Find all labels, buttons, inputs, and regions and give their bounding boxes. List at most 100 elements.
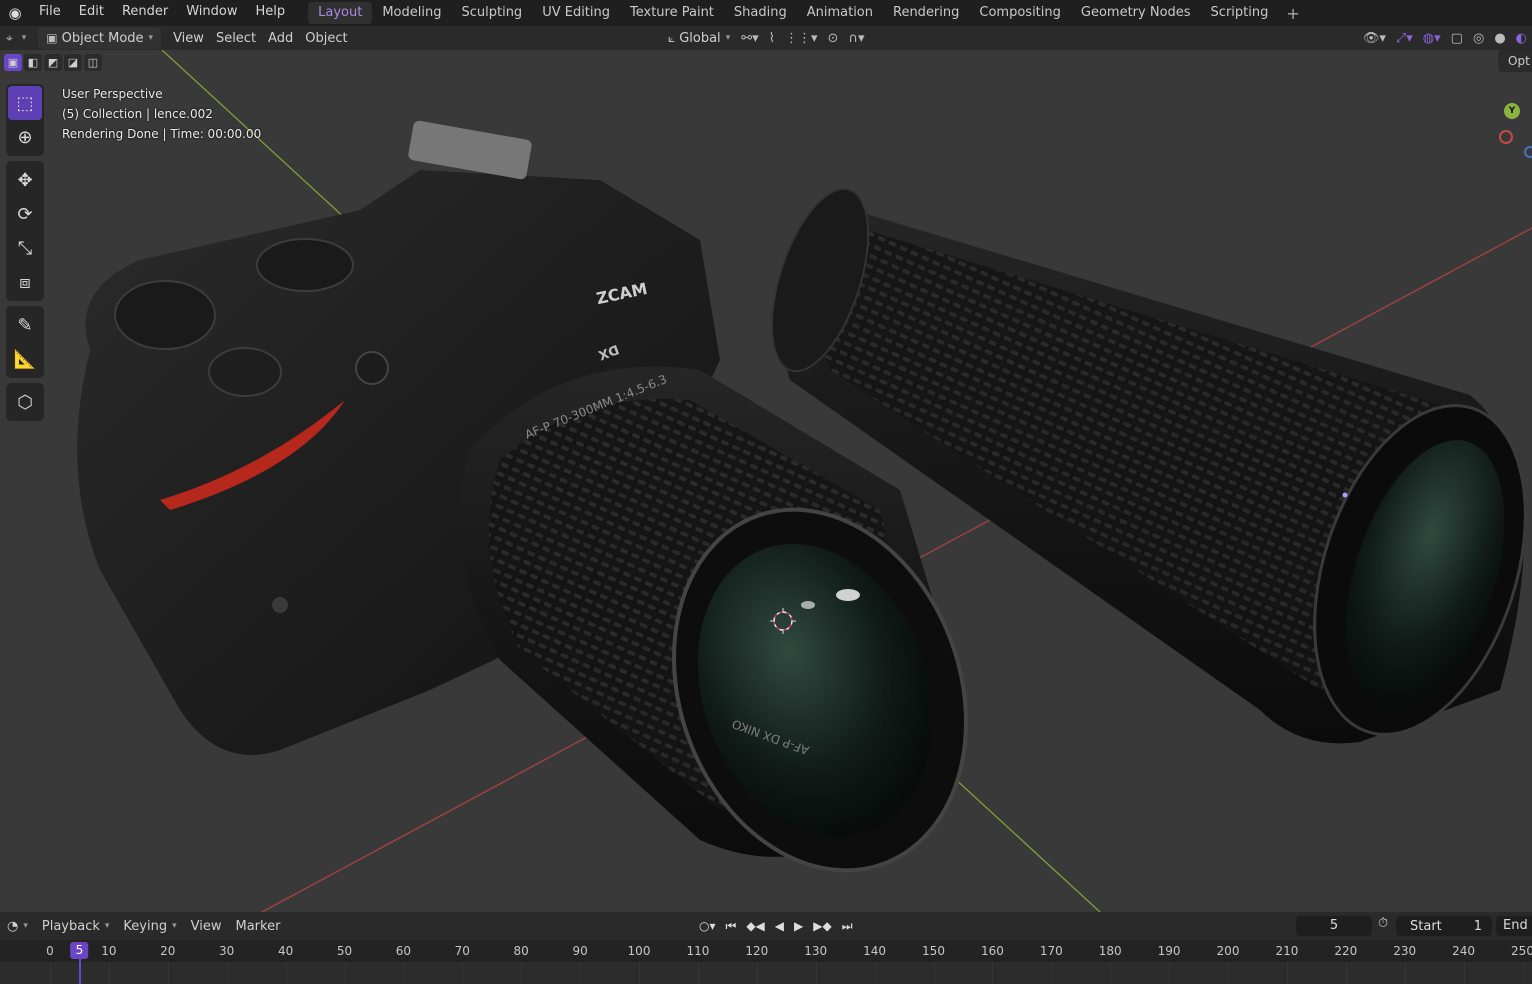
tab-geometry-nodes[interactable]: Geometry Nodes — [1071, 2, 1201, 24]
tab-scripting[interactable]: Scripting — [1201, 2, 1279, 24]
object-mode-dropdown[interactable]: ▣ Object Mode ▾ — [38, 27, 162, 49]
add-cube-tool-icon[interactable]: ⬡ — [8, 385, 42, 419]
ruler-tick-label: 120 — [745, 944, 769, 958]
editor-type-icon: ⌖ — [6, 30, 13, 45]
select-subtract-icon[interactable]: ◩ — [44, 54, 62, 71]
tab-compositing[interactable]: Compositing — [969, 2, 1071, 24]
options-tab[interactable]: Opt — [1498, 50, 1532, 72]
timeline-track-area[interactable] — [0, 962, 1532, 984]
tab-modeling[interactable]: Modeling — [372, 2, 451, 24]
blender-logo-icon[interactable]: ◉ — [0, 0, 30, 26]
gizmo-neg-x-axis[interactable] — [1499, 130, 1513, 144]
tab-texture-paint[interactable]: Texture Paint — [620, 2, 724, 24]
wireframe-shading-icon[interactable]: ◎ — [1468, 31, 1489, 46]
transform-orientation-dropdown[interactable]: ⟀ Global ▾ — [662, 27, 736, 49]
auto-key-icon[interactable]: ○▾ — [696, 919, 719, 933]
scene-render — [77, 50, 1532, 912]
cursor-tool-icon[interactable]: ⊕ — [8, 120, 42, 154]
current-frame-marker[interactable]: 5 — [70, 942, 89, 959]
menu-help[interactable]: Help — [247, 0, 295, 26]
select-extend-icon[interactable]: ◧ — [24, 54, 42, 71]
select-invert-icon[interactable]: ◪ — [64, 54, 82, 71]
material-shading-icon[interactable]: ◐ — [1511, 31, 1532, 46]
ruler-tick-label: 170 — [1039, 944, 1063, 958]
menu-keying[interactable]: Keying ▾ — [116, 919, 183, 934]
transform-tool-icon[interactable]: ⧈ — [8, 265, 42, 299]
annotate-tool-icon[interactable]: ✎ — [8, 308, 42, 342]
tab-animation[interactable]: Animation — [797, 2, 883, 24]
pivot-point-icon[interactable]: ⚯▾ — [736, 31, 763, 46]
end-frame-field[interactable]: End — [1496, 916, 1532, 936]
add-workspace-button[interactable]: + — [1278, 4, 1307, 23]
ruler-tick-label: 130 — [804, 944, 828, 958]
ruler-gridline — [403, 962, 405, 984]
prev-keyframe-icon[interactable]: ◆◀ — [743, 919, 767, 933]
start-frame-field[interactable]: Start 1 — [1396, 916, 1492, 936]
gizmo-neg-z-axis[interactable] — [1524, 146, 1532, 158]
add-tools-group: ⬡ — [6, 383, 44, 421]
ruler-tick-label: 160 — [980, 944, 1004, 958]
falloff-icon[interactable]: ∩▾ — [843, 31, 869, 46]
current-frame-field[interactable]: 5 — [1296, 916, 1372, 936]
menu-marker[interactable]: Marker — [228, 919, 287, 934]
tab-uv-editing[interactable]: UV Editing — [532, 2, 620, 24]
menu-render[interactable]: Render — [113, 0, 177, 26]
scale-tool-icon[interactable]: ⤡ — [8, 231, 42, 265]
tab-sculpting[interactable]: Sculpting — [451, 2, 532, 24]
select-box-tool-icon[interactable]: ⬚ — [8, 86, 42, 120]
transform-orientation-label: Global — [679, 30, 721, 46]
menu-timeline-view[interactable]: View — [184, 919, 229, 934]
origin-dot — [1342, 492, 1348, 498]
xray-icon[interactable]: ▢ — [1446, 31, 1468, 46]
next-keyframe-icon[interactable]: ▶◆ — [810, 919, 834, 933]
rotate-tool-icon[interactable]: ⟳ — [8, 197, 42, 231]
top-menu-bar: ◉ File Edit Render Window Help Layout Mo… — [0, 0, 1532, 26]
tab-rendering[interactable]: Rendering — [883, 2, 969, 24]
ruler-gridline — [1463, 962, 1465, 984]
visibility-icon[interactable]: 👁▾ — [1358, 31, 1391, 46]
timeline-editor-type-button[interactable]: ◔ ▾ — [0, 919, 35, 934]
viewport-header: ⌖ ▾ ▣ Object Mode ▾ View Select Add Obje… — [0, 26, 1532, 50]
menu-select[interactable]: Select — [210, 27, 262, 49]
play-reverse-icon[interactable]: ◀ — [772, 919, 787, 933]
overlays-icon[interactable]: ◍▾ — [1418, 31, 1446, 46]
menu-edit[interactable]: Edit — [70, 0, 113, 26]
snap-icon[interactable]: ⌇ — [764, 31, 780, 46]
play-icon[interactable]: ▶ — [791, 919, 806, 933]
solid-shading-icon[interactable]: ● — [1489, 31, 1510, 46]
menu-window[interactable]: Window — [177, 0, 246, 26]
measure-tool-icon[interactable]: 📐 — [8, 342, 42, 376]
ruler-tick-label: 210 — [1275, 944, 1299, 958]
jump-end-icon[interactable]: ⏭ — [839, 919, 856, 934]
tab-shading[interactable]: Shading — [724, 2, 797, 24]
chevron-down-icon: ▾ — [21, 33, 27, 43]
ruler-gridline — [874, 962, 876, 984]
ruler-tick-label: 240 — [1452, 944, 1476, 958]
menu-view[interactable]: View — [167, 27, 210, 49]
gizmo-y-axis[interactable]: Y — [1504, 103, 1520, 119]
tab-layout[interactable]: Layout — [308, 2, 373, 24]
ruler-tick-label: 90 — [572, 944, 588, 958]
menu-object[interactable]: Object — [299, 27, 353, 49]
select-new-icon[interactable]: ▣ — [4, 54, 22, 71]
timeline-ruler[interactable]: 0 10 20 30 40 50 60 70 80 90 100 110 120 130 140 150 160… — [0, 940, 1532, 962]
snap-target-icon[interactable]: ⋮⋮▾ — [780, 31, 823, 46]
playhead[interactable] — [79, 958, 81, 984]
stopwatch-icon[interactable]: ⏱ — [1378, 916, 1388, 931]
menu-playback[interactable]: Playback ▾ — [35, 919, 117, 934]
menu-add[interactable]: Add — [262, 27, 299, 49]
3d-viewport[interactable]: ZCAM DX AF-P 70-300MM 1:4.5-6.3 AF-P DX … — [0, 50, 1532, 912]
ruler-gridline — [697, 962, 699, 984]
jump-start-icon[interactable]: ⏮ — [723, 919, 740, 934]
playback-controls: ○▾ ⏮ ◆◀ ◀ ▶ ▶◆ ⏭ — [696, 912, 856, 940]
select-intersect-icon[interactable]: ◫ — [84, 54, 102, 71]
ruler-gridline — [50, 962, 51, 984]
move-tool-icon[interactable]: ✥ — [8, 163, 42, 197]
ruler-tick-label: 150 — [922, 944, 945, 958]
ruler-gridline — [1169, 962, 1171, 984]
ruler-gridline — [1051, 962, 1053, 984]
editor-type-button[interactable]: ⌖ ▾ — [0, 27, 32, 49]
menu-file[interactable]: File — [30, 0, 70, 26]
proportional-edit-icon[interactable]: ⊙ — [823, 31, 844, 46]
gizmo-icon[interactable]: ⤢▾ — [1391, 31, 1418, 46]
